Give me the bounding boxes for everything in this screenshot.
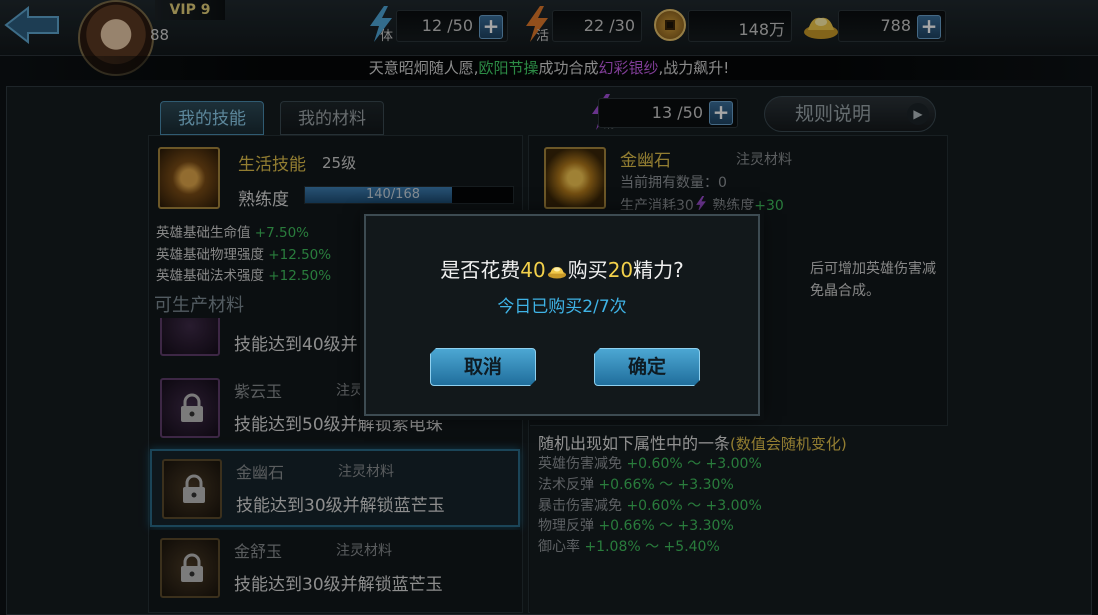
ingot-icon [547,267,566,279]
dialog-question: 是否花费40 购买20精力? [440,258,684,282]
confirm-button[interactable]: 确定 [594,348,700,386]
dialog-purchase-count: 今日已购买2/7次 [497,297,627,317]
purchase-dialog: 是否花费40 购买20精力? 今日已购买2/7次 取消 确定 [364,214,760,416]
cancel-button[interactable]: 取消 [430,348,536,386]
